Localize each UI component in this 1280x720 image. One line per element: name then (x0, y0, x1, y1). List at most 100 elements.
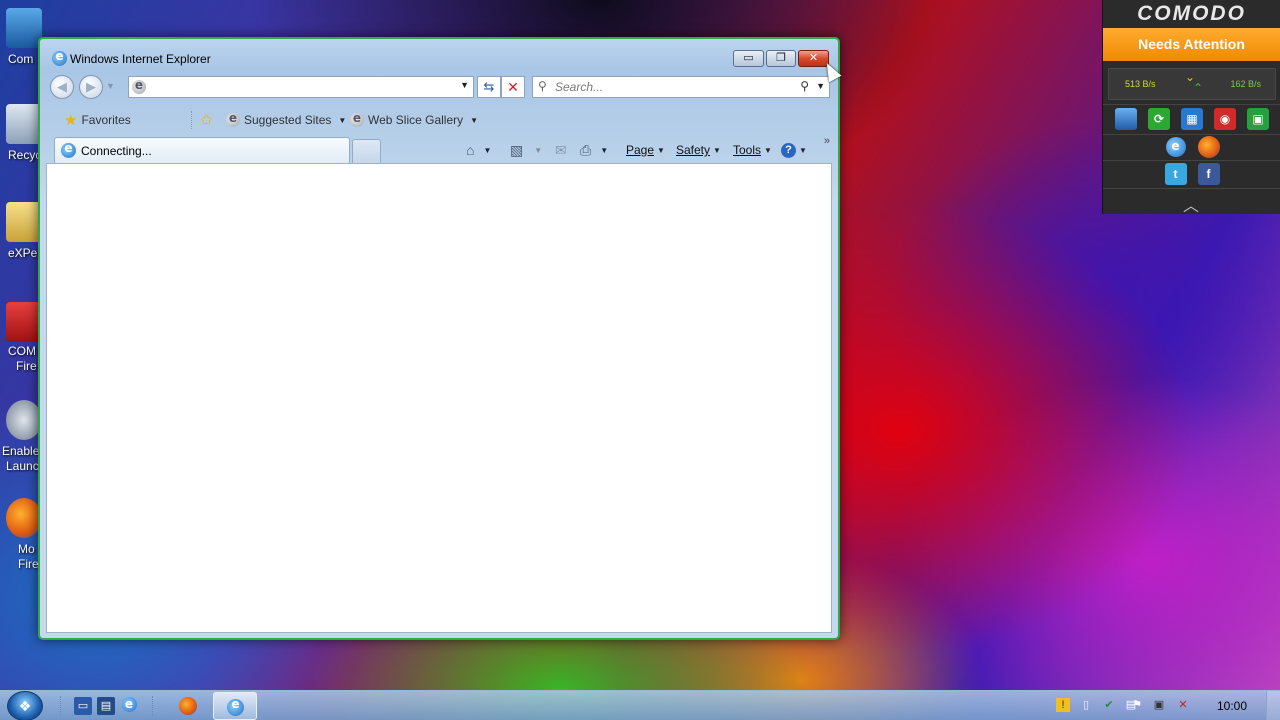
comodo-shield-tray-icon[interactable]: ✔ (1102, 698, 1116, 712)
stop-button[interactable]: ✕ (501, 76, 525, 98)
firefox-icon[interactable] (1197, 136, 1220, 158)
firefox-taskbar-icon[interactable] (179, 697, 197, 715)
help-icon: ? (781, 142, 796, 158)
safety-menu-label: Safety (676, 143, 711, 157)
internet-explorer-icon[interactable] (1165, 135, 1187, 158)
search-options-dropdown-icon[interactable]: ▼ (816, 81, 825, 91)
collapse-chevron-up-icon[interactable]: ︿ (1183, 192, 1199, 216)
address-input[interactable] (149, 79, 449, 95)
chevron-down-icon: ▼ (657, 145, 665, 155)
document-tray-icon[interactable]: ▯ (1079, 698, 1093, 712)
ie-page-icon (226, 111, 240, 127)
comodo-update-icon[interactable]: ⟳ (1148, 108, 1170, 130)
action-center-icon[interactable]: ! (1056, 698, 1070, 712)
maximize-button[interactable]: ❐ (766, 50, 796, 67)
favorites-label: Favorites (81, 113, 131, 127)
web-slice-gallery-label: Web Slice Gallery (368, 113, 464, 127)
chevron-down-icon: ▼ (713, 145, 721, 155)
read-mail-button[interactable]: ✉ (555, 140, 567, 160)
add-favorite-star-icon: ✩ (200, 112, 213, 129)
comodo-logo: COMODO (1137, 2, 1246, 25)
comodo-widget-manager-icon[interactable]: ▦ (1181, 108, 1203, 130)
switch-windows-icon[interactable]: ▤ (97, 697, 115, 715)
facebook-icon[interactable]: f (1197, 163, 1220, 185)
computer-icon (6, 8, 42, 48)
search-box[interactable]: ⚲ ⚲ ▼ (532, 76, 830, 98)
windows-logo-icon: ❖ (18, 698, 32, 714)
favorites-button[interactable]: ★ Favorites (64, 110, 131, 130)
search-icon[interactable]: ⚲ (800, 79, 809, 93)
comodo-firewall-icon (6, 302, 42, 342)
start-button[interactable]: ❖ (7, 691, 43, 720)
traffic-inbound: 513 B/s (1125, 79, 1156, 89)
refresh-icon: ⇆ (483, 79, 495, 94)
firefox-icon (6, 498, 42, 538)
recent-pages-dropdown[interactable]: ▼ (106, 81, 115, 91)
flag-icon[interactable]: ⚑ (1130, 698, 1144, 712)
divider (1103, 134, 1280, 135)
minimize-button[interactable]: ▭ (733, 50, 764, 67)
safety-menu[interactable]: Safety ▼ (676, 140, 721, 160)
tools-menu[interactable]: Tools ▼ (733, 140, 772, 160)
chevron-down-icon: ▼ (600, 145, 609, 155)
title-bar[interactable]: Windows Internet Explorer ▭ ❐ ✕ (40, 39, 838, 73)
ie-logo-icon (1165, 135, 1186, 157)
page-content-area[interactable] (46, 163, 832, 633)
web-slice-gallery-link[interactable]: Web Slice Gallery ▼ (350, 110, 478, 130)
refresh-button[interactable]: ⇆ (477, 76, 501, 98)
help-menu[interactable]: ? ▼ (781, 140, 807, 160)
page-icon (132, 78, 146, 94)
page-menu[interactable]: Page ▼ (626, 140, 665, 160)
tab-active[interactable]: Connecting... (54, 137, 350, 163)
forward-arrow-icon: ▶ (86, 79, 96, 94)
divider (1103, 160, 1280, 161)
favorites-star-icon: ★ (64, 112, 78, 129)
page-menu-label: Page (626, 143, 655, 157)
rss-feed-icon: ▧ (510, 141, 524, 158)
forward-button[interactable]: ▶ (79, 75, 103, 99)
show-desktop-quicklaunch-icon[interactable]: ▭ (74, 697, 92, 715)
toolbar-grip[interactable] (60, 696, 63, 716)
ie-quicklaunch-icon[interactable] (120, 695, 138, 715)
new-tab-button[interactable] (352, 139, 381, 163)
volume-muted-icon[interactable]: ✕ (1176, 698, 1190, 712)
search-input[interactable] (555, 79, 785, 95)
twitter-icon[interactable]: t (1164, 163, 1187, 185)
address-dropdown-icon[interactable]: ▼ (460, 80, 469, 90)
print-button[interactable]: ⎙ ▼ (580, 140, 608, 160)
clock[interactable]: 10:00 (1204, 699, 1260, 713)
comodo-sandbox-icon[interactable]: ◉ (1214, 108, 1236, 130)
recycle-bin-icon (6, 104, 42, 144)
network-icon[interactable]: ▣ (1152, 698, 1166, 712)
comodo-support-icon[interactable]: ▣ (1247, 108, 1269, 130)
show-desktop-button[interactable] (1266, 691, 1280, 720)
ie-window[interactable]: Windows Internet Explorer ▭ ❐ ✕ ◀ ▶ ▼ ▼ … (38, 37, 840, 640)
suggested-sites-link[interactable]: Suggested Sites ▼ (226, 110, 346, 130)
comodo-widget: COMODO Needs Attention 513 B/s ⌄ ⌃ 162 B/… (1102, 0, 1280, 216)
suggested-sites-label: Suggested Sites (244, 113, 332, 127)
comodo-status-button[interactable]: Needs Attention (1103, 28, 1280, 61)
launcher-icon (6, 400, 42, 440)
comodo-task-manager-icon[interactable] (1115, 108, 1137, 130)
search-provider-icon: ⚲ (538, 79, 547, 93)
home-button[interactable]: ⌂ ▼ (466, 140, 491, 160)
ie-logo-icon (121, 695, 137, 713)
feeds-button[interactable]: ▧ ▼ (510, 140, 542, 160)
tab-label: Connecting... (81, 143, 152, 158)
back-button[interactable]: ◀ (50, 75, 74, 99)
chevron-down-icon: ▼ (534, 145, 543, 155)
home-icon: ⌂ (466, 142, 475, 158)
tab-and-command-row: Connecting... ⌂ ▼ ▧ ▼ ✉ ⎙ ▼ Page ▼ Safet… (50, 135, 830, 163)
window-title: Windows Internet Explorer (70, 52, 211, 66)
separator (191, 111, 192, 129)
ie-taskbar-button[interactable] (213, 692, 257, 720)
favorites-bar: ★ Favorites ✩ Suggested Sites ▼ Web Slic… (50, 105, 828, 133)
divider (1103, 104, 1280, 105)
address-bar[interactable]: ▼ (128, 76, 474, 98)
printer-icon: ⎙ (580, 141, 592, 158)
add-to-favorites-bar-button[interactable]: ✩ (200, 110, 213, 130)
ie-icon (52, 49, 67, 66)
command-bar-overflow-icon[interactable]: » (824, 135, 830, 147)
taskbar: ❖ ▭ ▤ ! ▯ ✔ ▤ ⚑ ▣ ✕ 10:00 (0, 690, 1280, 720)
toolbar-grip[interactable] (152, 696, 155, 716)
